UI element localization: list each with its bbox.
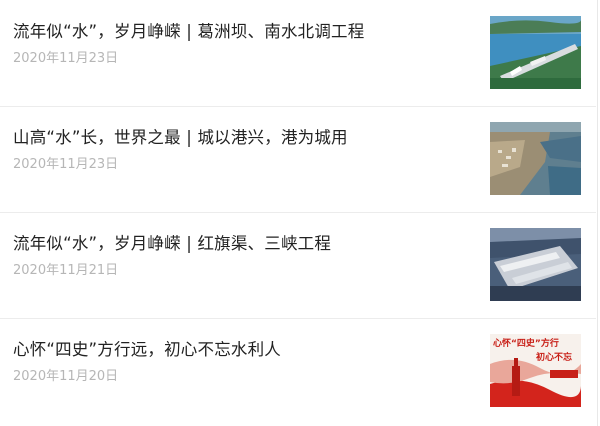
article-date: 2020年11月21日 [13,263,119,278]
red-banner-image[interactable]: 心怀“四史”方行 初心不忘 [490,334,581,407]
article-item[interactable]: 流年似“水”，岁月峥嵘 | 红旗渠、三峡工程 2020年11月21日 [0,212,596,319]
article-item[interactable]: 流年似“水”，岁月峥嵘 | 葛洲坝、南水北调工程 2020年11月23日 [0,0,596,107]
article-date: 2020年11月23日 [13,157,119,172]
article-title[interactable]: 山高“水”长，世界之最 | 城以港兴，港为城用 [13,124,348,148]
thumbnail-text-line1: 心怀“四史”方行 [493,337,559,349]
article-title[interactable]: 心怀“四史”方行远，初心不忘水利人 [13,336,281,360]
article-date: 2020年11月20日 [13,369,119,384]
thumbnail-text-line2: 初心不忘 [536,351,572,363]
right-divider [597,0,598,426]
article-date: 2020年11月23日 [13,51,119,66]
dam-aerial-image[interactable] [490,16,581,89]
three-gorges-dam-image[interactable] [490,228,581,301]
article-item[interactable]: 心怀“四史”方行远，初心不忘水利人 2020年11月20日 心怀“四史”方行 初… [0,318,596,424]
article-list: 流年似“水”，岁月峥嵘 | 葛洲坝、南水北调工程 2020年11月23日 山高“… [0,0,600,426]
coastal-city-image[interactable] [490,122,581,195]
article-title[interactable]: 流年似“水”，岁月峥嵘 | 葛洲坝、南水北调工程 [13,18,364,42]
article-item[interactable]: 山高“水”长，世界之最 | 城以港兴，港为城用 2020年11月23日 [0,106,596,213]
article-title[interactable]: 流年似“水”，岁月峥嵘 | 红旗渠、三峡工程 [13,230,331,254]
